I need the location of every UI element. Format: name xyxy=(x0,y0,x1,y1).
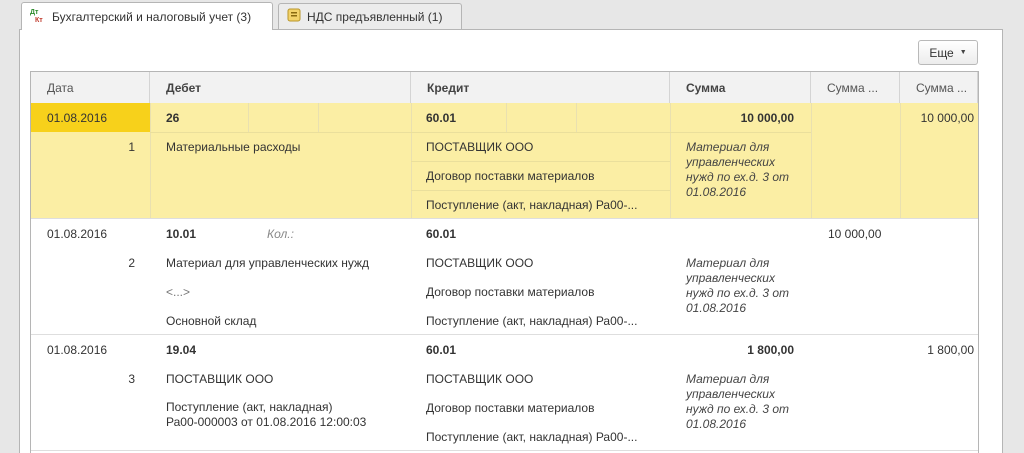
sum-value: 1 800,00 xyxy=(747,343,794,357)
tab-accounting-label: Бухгалтерский и налоговый учет (3) xyxy=(52,9,252,24)
quantity-label: Кол.: xyxy=(267,227,294,241)
row-number: 2 xyxy=(128,256,135,270)
column-header-sum-dt[interactable]: Сумма ... xyxy=(811,72,900,103)
table-header: Дата Дебет Кредит Сумма Сумма ... Сумма … xyxy=(31,72,978,104)
svg-text:Кт: Кт xyxy=(35,17,43,23)
credit-subconto: Договор поставки материалов xyxy=(426,401,595,415)
column-header-debit[interactable]: Дебет xyxy=(150,72,411,103)
posting-comment: Материал для управленческих нужд по ех.д… xyxy=(686,372,790,431)
column-divider xyxy=(670,103,671,218)
credit-subconto: Поступление (акт, накладная) Ра00-... xyxy=(426,198,638,212)
chevron-down-icon: ▼ xyxy=(959,49,967,56)
tab-accounting[interactable]: Дт Кт Бухгалтерский и налоговый учет (3) xyxy=(21,2,273,30)
credit-subconto: ПОСТАВЩИК ООО xyxy=(426,256,534,270)
debit-subconto: Ра00-000003 от 01.08.2016 12:00:03 xyxy=(166,415,367,429)
sum-dt-value: 10 000,00 xyxy=(828,227,882,241)
debit-subconto: Материал для управленческих нужд xyxy=(166,256,370,270)
credit-subconto: Договор поставки материалов xyxy=(426,169,595,183)
sum-value: 10 000,00 xyxy=(740,111,794,125)
posting-comment: Материал для управленческих нужд по ех.д… xyxy=(686,256,790,315)
debit-subconto: <...> xyxy=(166,285,191,299)
column-divider xyxy=(150,103,151,218)
more-button-label: Еще xyxy=(929,45,954,60)
credit-subconto: Договор поставки материалов xyxy=(426,285,595,299)
debit-account: 26 xyxy=(166,111,180,125)
debit-subconto: Поступление (акт, накладная) xyxy=(166,400,333,414)
tab-vat[interactable]: НДС предъявленный (1) xyxy=(278,3,462,29)
cell-divider xyxy=(506,103,507,132)
row-number: 3 xyxy=(128,372,135,386)
sum-kt-value: 1 800,00 xyxy=(927,343,974,357)
cell-divider xyxy=(318,103,319,132)
credit-account: 60.01 xyxy=(426,343,457,357)
row-divider xyxy=(411,161,670,162)
tab-vat-label: НДС предъявленный (1) xyxy=(307,9,443,24)
column-header-date[interactable]: Дата xyxy=(31,72,150,103)
postings-table[interactable]: Дата Дебет Кредит Сумма Сумма ... Сумма … xyxy=(30,71,979,453)
credit-account: 60.01 xyxy=(426,111,457,125)
table-row[interactable]: 01.08.2016 1 26 Материальные расходы 60.… xyxy=(31,103,978,219)
more-button[interactable]: Еще ▼ xyxy=(918,40,978,65)
credit-subconto: ПОСТАВЩИК ООО xyxy=(426,140,534,154)
table-row[interactable]: 01.08.2016 3 19.04 ПОСТАВЩИК ООО Поступл… xyxy=(31,335,978,451)
row-number: 1 xyxy=(128,140,135,154)
posting-comment: Материал для управленческих нужд по ех.д… xyxy=(686,140,790,199)
row-date: 01.08.2016 xyxy=(47,227,108,241)
row-date: 01.08.2016 xyxy=(47,343,108,357)
column-header-sum[interactable]: Сумма xyxy=(670,72,811,103)
debit-subconto: Основной склад xyxy=(166,314,257,328)
vat-doc-icon xyxy=(287,8,301,25)
cell-divider xyxy=(248,103,249,132)
dt-kt-icon: Дт Кт xyxy=(30,7,46,26)
sum-kt-value: 10 000,00 xyxy=(920,111,974,125)
row-divider xyxy=(150,132,811,133)
column-header-sum-kt[interactable]: Сумма ... xyxy=(900,72,978,103)
row-divider xyxy=(411,190,670,191)
credit-subconto: Поступление (акт, накладная) Ра00-... xyxy=(426,314,638,328)
debit-account: 10.01 xyxy=(166,227,197,241)
row-date: 01.08.2016 xyxy=(47,111,108,125)
column-divider xyxy=(811,103,812,218)
debit-account: 19.04 xyxy=(166,343,197,357)
debit-subconto: Материальные расходы xyxy=(166,140,301,154)
cell-divider xyxy=(576,103,577,132)
credit-account: 60.01 xyxy=(426,227,457,241)
credit-subconto: Поступление (акт, накладная) Ра00-... xyxy=(426,430,638,444)
svg-text:Дт: Дт xyxy=(30,9,39,16)
table-row[interactable]: 01.08.2016 2 10.01 Кол.: Материал для уп… xyxy=(31,219,978,335)
tab-strip: Дт Кт Бухгалтерский и налоговый учет (3)… xyxy=(0,0,1024,30)
credit-subconto: ПОСТАВЩИК ООО xyxy=(426,372,534,386)
column-header-credit[interactable]: Кредит xyxy=(411,72,670,103)
debit-subconto: ПОСТАВЩИК ООО xyxy=(166,372,274,386)
